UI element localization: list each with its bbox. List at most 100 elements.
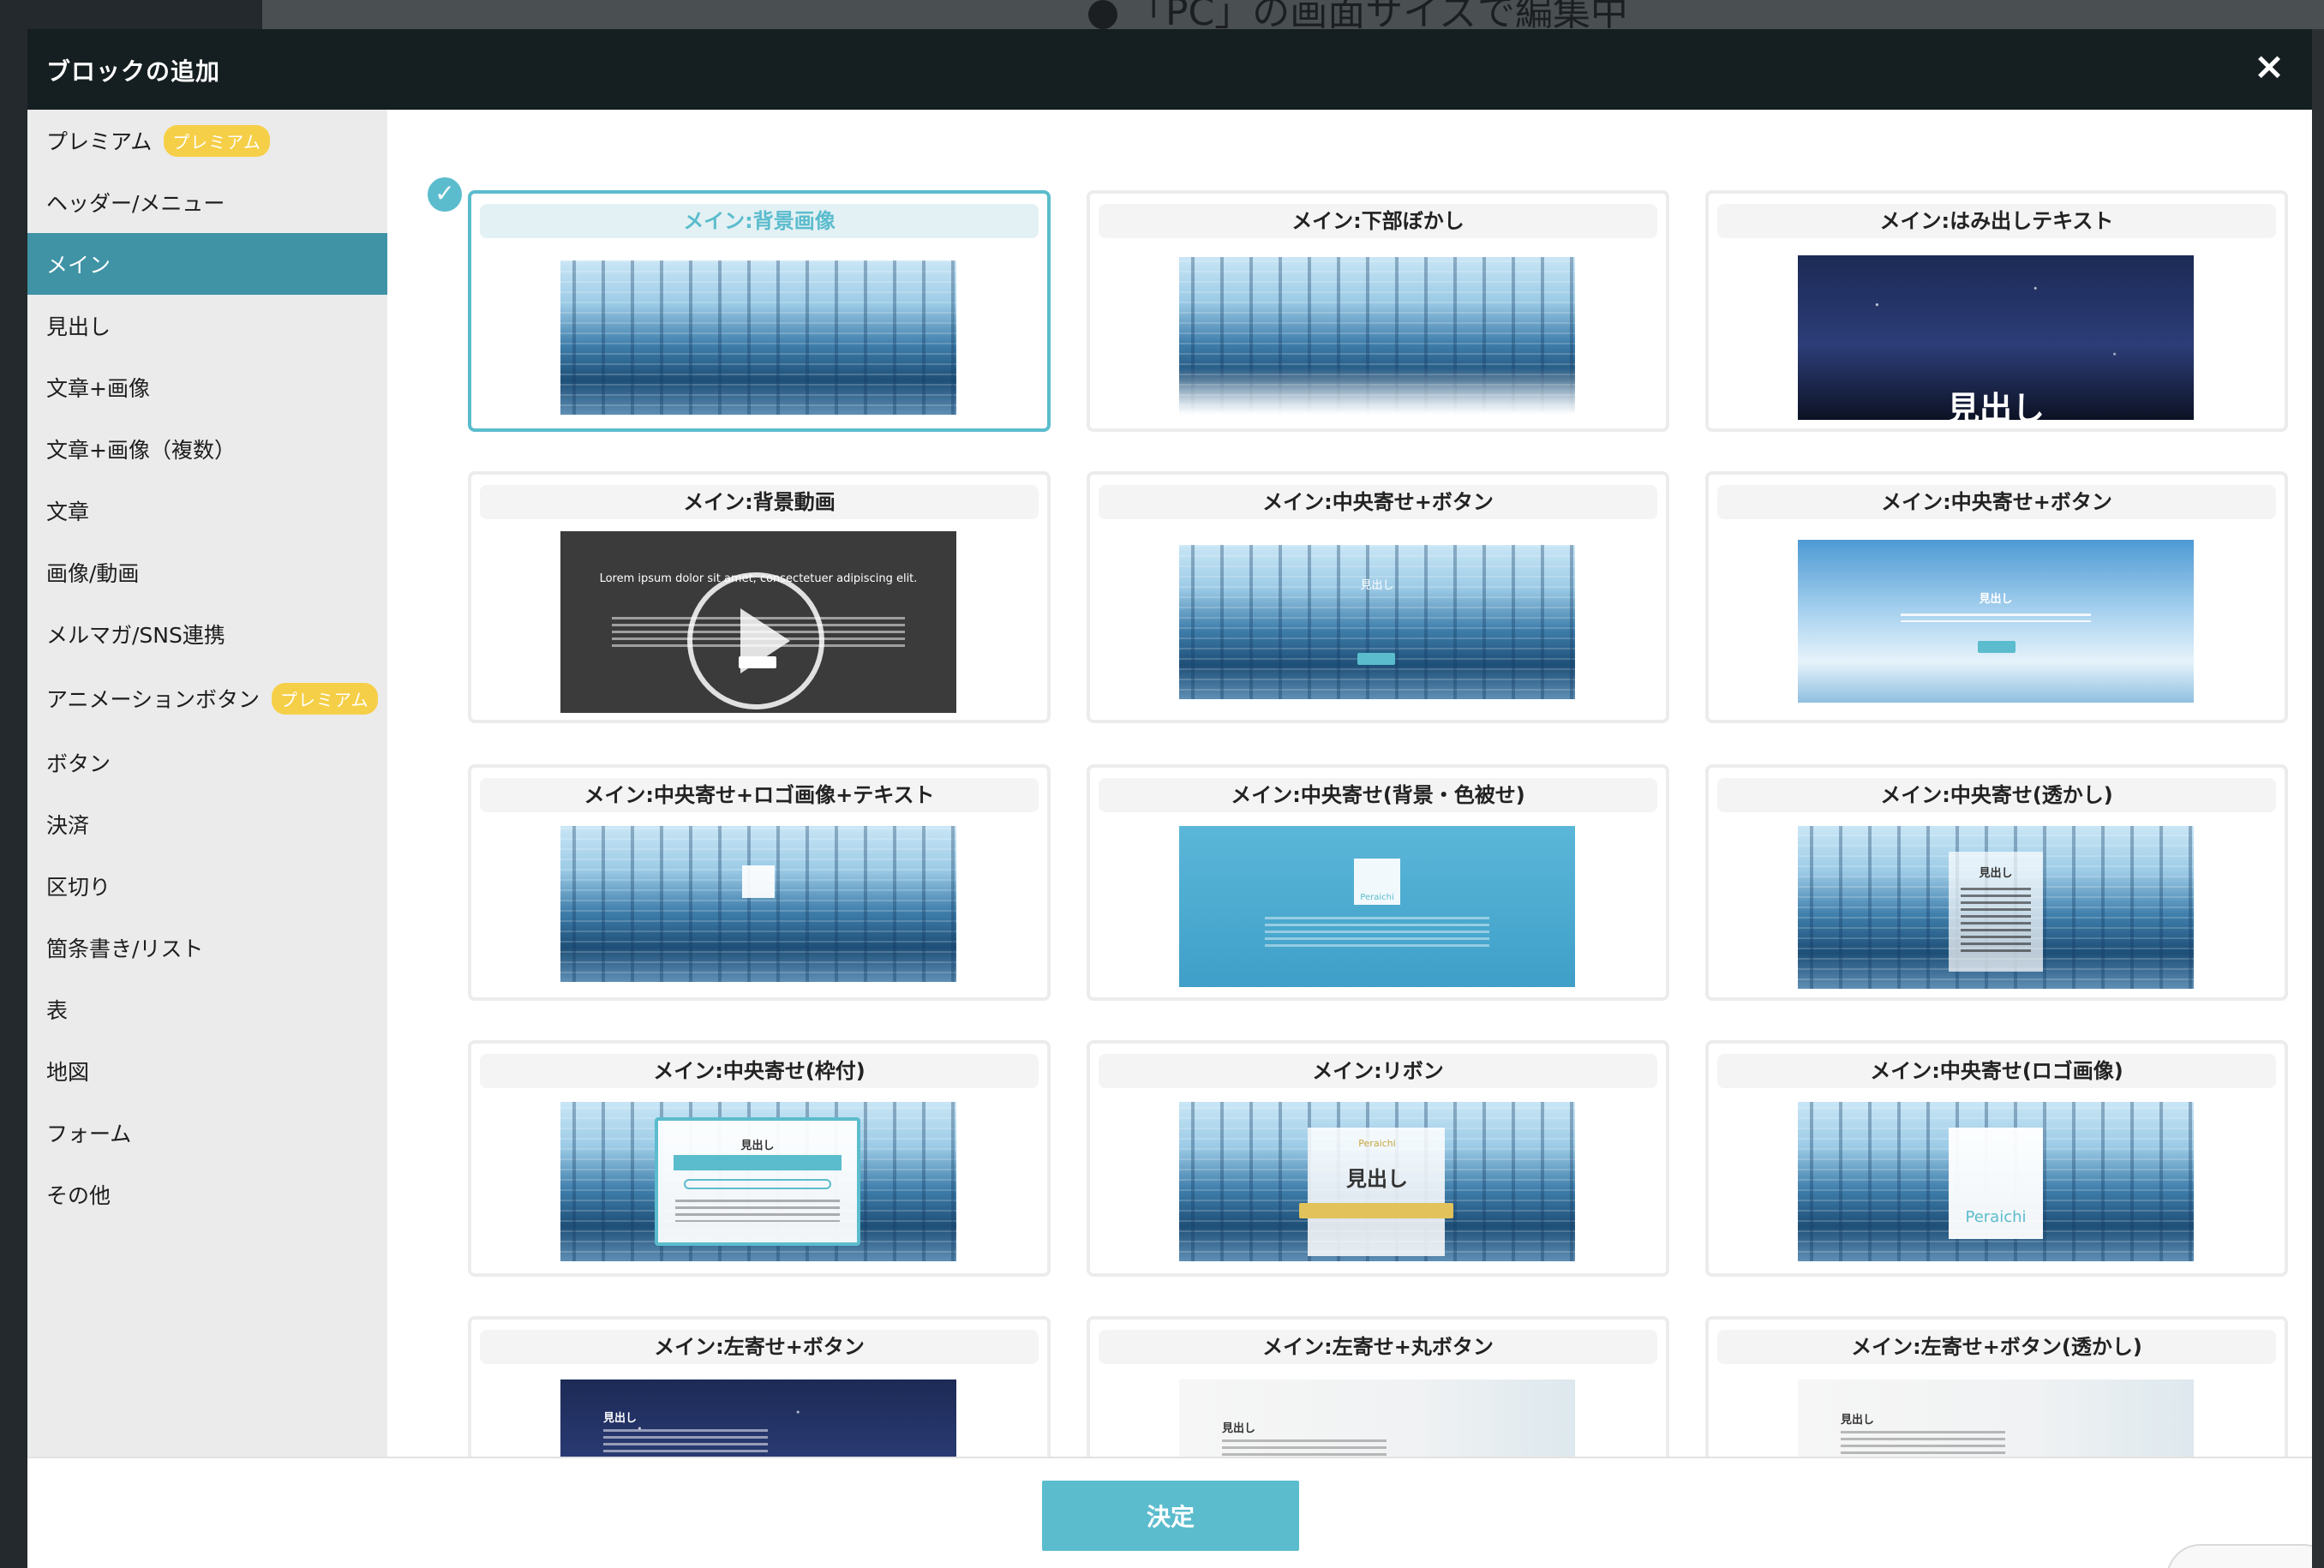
thumb-logo-text: Peraichi bbox=[1360, 893, 1394, 902]
block-thumbnail bbox=[560, 260, 956, 415]
sidebar-item-other[interactable]: その他 bbox=[27, 1164, 387, 1225]
block-card[interactable]: メイン:中央寄せ(透かし) 見出し bbox=[1705, 764, 2288, 1001]
block-card[interactable]: メイン:下部ぼかし bbox=[1087, 190, 1669, 432]
thumb-body-lines bbox=[675, 1200, 840, 1222]
block-card[interactable]: メイン:左寄せ+ボタン(透かし) 見出し bbox=[1705, 1316, 2288, 1457]
thumb-heading: 見出し bbox=[1222, 1422, 1256, 1435]
block-thumbnail: 見出し bbox=[1798, 826, 2194, 989]
sidebar-item-premium[interactable]: プレミアム プレミアム bbox=[27, 110, 387, 171]
sidebar-item-text-image-multi[interactable]: 文章+画像（複数） bbox=[27, 418, 387, 480]
block-card-title: メイン:中央寄せ(ロゴ画像) bbox=[1717, 1054, 2276, 1088]
info-icon bbox=[1088, 0, 1117, 29]
sidebar-item-form[interactable]: フォーム bbox=[27, 1102, 387, 1164]
block-card[interactable]: メイン:背景動画 Lorem ipsum dolor sit amet, con… bbox=[468, 471, 1051, 723]
sidebar-item-animation-button[interactable]: アニメーションボタン プレミアム bbox=[27, 665, 387, 732]
sidebar-item-label: その他 bbox=[46, 1183, 111, 1208]
thumb-body-lines bbox=[1222, 1439, 1387, 1457]
sidebar-item-label: 文章+画像 bbox=[46, 376, 150, 401]
thumb-heading: 見出し bbox=[1979, 593, 2013, 606]
sidebar-item-label: ボタン bbox=[46, 751, 111, 776]
premium-badge: プレミアム bbox=[164, 124, 270, 157]
sidebar-item-label: 区切り bbox=[46, 875, 111, 900]
thumb-button bbox=[1978, 641, 2016, 653]
sidebar-item-map[interactable]: 地図 bbox=[27, 1040, 387, 1102]
thumb-logo-text: Peraichi bbox=[1965, 1208, 2027, 1226]
sidebar-item-label: メルマガ/SNS連携 bbox=[46, 623, 225, 648]
block-card-title: メイン:はみ出しテキスト bbox=[1717, 204, 2276, 238]
block-grid: メイン:背景画像 メイン:下部ぼかし メイン:はみ出しテキスト 見出し メイン:… bbox=[387, 110, 2312, 1457]
sidebar-item-label: 見出し bbox=[46, 314, 111, 339]
block-card-title: メイン:中央寄せ+ロゴ画像+テキスト bbox=[480, 778, 1039, 812]
sidebar-item-bullet-list[interactable]: 箇条書き/リスト bbox=[27, 917, 387, 979]
block-card-title: メイン:背景動画 bbox=[480, 485, 1039, 519]
sidebar-item-payment[interactable]: 決済 bbox=[27, 793, 387, 855]
thumb-bar bbox=[674, 1155, 842, 1170]
thumb-heading: 見出し bbox=[1946, 390, 2045, 420]
block-card[interactable]: メイン:リボン Peraichi 見出し bbox=[1087, 1040, 1669, 1277]
block-thumbnail: Peraichi bbox=[1798, 1102, 2194, 1261]
block-card-title: メイン:背景画像 bbox=[480, 204, 1039, 238]
block-card[interactable]: メイン:左寄せ+丸ボタン 見出し bbox=[1087, 1316, 1669, 1457]
modal-header: ブロックの追加 × bbox=[27, 29, 2312, 110]
sidebar-item-text-image[interactable]: 文章+画像 bbox=[27, 356, 387, 418]
category-sidebar: プレミアム プレミアム ヘッダー/メニュー メイン 見出し 文章+画像 文章+画… bbox=[27, 110, 387, 1457]
sidebar-item-image-video[interactable]: 画像/動画 bbox=[27, 542, 387, 603]
block-thumbnail: Peraichi 見出し bbox=[1179, 1102, 1575, 1261]
sidebar-item-label: 決済 bbox=[46, 813, 90, 838]
sidebar-item-label: フォーム bbox=[46, 1122, 132, 1146]
modal-title: ブロックの追加 bbox=[46, 57, 221, 86]
sidebar-item-newsletter-sns[interactable]: メルマガ/SNS連携 bbox=[27, 603, 387, 665]
block-card[interactable]: メイン:中央寄せ+ボタン 見出し bbox=[1087, 471, 1669, 723]
thumb-body-lines bbox=[1841, 1431, 2005, 1457]
thumb-logo bbox=[742, 865, 775, 898]
sidebar-item-heading[interactable]: 見出し bbox=[27, 295, 387, 356]
block-card-title: メイン:リボン bbox=[1099, 1054, 1657, 1088]
modal-footer: 決定 bbox=[27, 1457, 2312, 1568]
block-card[interactable]: メイン:中央寄せ(枠付) 見出し bbox=[468, 1040, 1051, 1277]
add-block-modal: ブロックの追加 × プレミアム プレミアム ヘッダー/メニュー メイン 見出し … bbox=[27, 29, 2312, 1568]
block-thumbnail bbox=[1179, 257, 1575, 415]
thumb-heading: 見出し bbox=[1979, 867, 2013, 880]
thumb-body-lines bbox=[1265, 917, 1489, 951]
block-card[interactable]: メイン:中央寄せ+ロゴ画像+テキスト bbox=[468, 764, 1051, 1001]
floating-widget[interactable] bbox=[2166, 1544, 2312, 1568]
thumb-badge: Peraichi bbox=[1358, 1138, 1396, 1149]
sidebar-item-label: プレミアム bbox=[46, 129, 153, 154]
block-card[interactable]: メイン:背景画像 bbox=[468, 190, 1051, 432]
thumb-body-lines bbox=[1901, 613, 2091, 622]
sidebar-item-main[interactable]: メイン bbox=[27, 233, 387, 295]
thumb-heading: 見出し bbox=[603, 1412, 638, 1425]
block-thumbnail: 見出し bbox=[1179, 1379, 1575, 1457]
block-thumbnail bbox=[560, 826, 956, 982]
block-card-title: メイン:左寄せ+ボタン(透かし) bbox=[1717, 1330, 2276, 1364]
thumb-heading: 見出し bbox=[1841, 1414, 1875, 1427]
thumb-ribbon bbox=[1299, 1203, 1453, 1218]
block-card-title: メイン:中央寄せ+ボタン bbox=[1717, 485, 2276, 519]
sidebar-item-button[interactable]: ボタン bbox=[27, 732, 387, 793]
block-thumbnail: Peraichi bbox=[1179, 826, 1575, 987]
sidebar-item-label: アニメーションボタン bbox=[46, 687, 261, 712]
block-card-title: メイン:下部ぼかし bbox=[1099, 204, 1657, 238]
block-card[interactable]: メイン:中央寄せ+ボタン 見出し bbox=[1705, 471, 2288, 723]
thumb-body-lines bbox=[603, 1429, 768, 1457]
sidebar-item-divider[interactable]: 区切り bbox=[27, 855, 387, 917]
block-card[interactable]: メイン:はみ出しテキスト 見出し bbox=[1705, 190, 2288, 432]
block-card[interactable]: メイン:左寄せ+ボタン 見出し bbox=[468, 1316, 1051, 1457]
sidebar-item-table[interactable]: 表 bbox=[27, 979, 387, 1040]
thumb-heading: 見出し bbox=[740, 1140, 775, 1152]
thumb-heading: 見出し bbox=[1346, 1167, 1408, 1191]
sidebar-item-header-menu[interactable]: ヘッダー/メニュー bbox=[27, 171, 387, 233]
decide-button[interactable]: 決定 bbox=[1042, 1481, 1299, 1551]
sidebar-item-label: 箇条書き/リスト bbox=[46, 937, 204, 961]
sidebar-item-label: 文章 bbox=[46, 500, 90, 524]
block-thumbnail: 見出し bbox=[1179, 545, 1575, 699]
thumb-button bbox=[739, 656, 776, 668]
thumb-body-lines bbox=[1961, 888, 2031, 956]
close-button[interactable]: × bbox=[2249, 46, 2290, 87]
block-card-title: メイン:中央寄せ+ボタン bbox=[1099, 485, 1657, 519]
block-card[interactable]: メイン:中央寄せ(背景・色被せ) Peraichi bbox=[1087, 764, 1669, 1001]
sidebar-item-label: ヘッダー/メニュー bbox=[46, 191, 225, 216]
sidebar-item-text[interactable]: 文章 bbox=[27, 480, 387, 542]
block-card-title: メイン:中央寄せ(透かし) bbox=[1717, 778, 2276, 812]
block-card[interactable]: メイン:中央寄せ(ロゴ画像) Peraichi bbox=[1705, 1040, 2288, 1277]
